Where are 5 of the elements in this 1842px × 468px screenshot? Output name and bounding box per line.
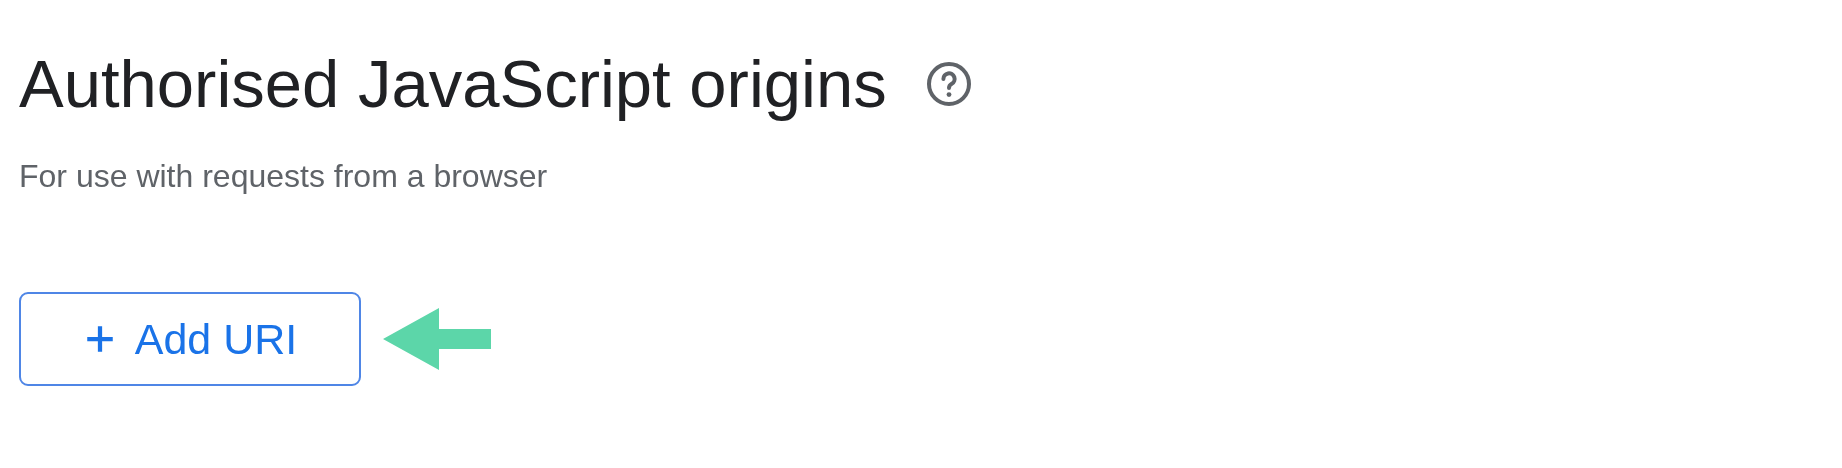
add-uri-button[interactable]: Add URI [19,292,361,387]
help-icon[interactable] [924,60,973,109]
section-subtitle: For use with requests from a browser [19,157,549,197]
section-title: Authorised JavaScript origins [19,45,887,123]
arrow-icon [383,308,491,371]
